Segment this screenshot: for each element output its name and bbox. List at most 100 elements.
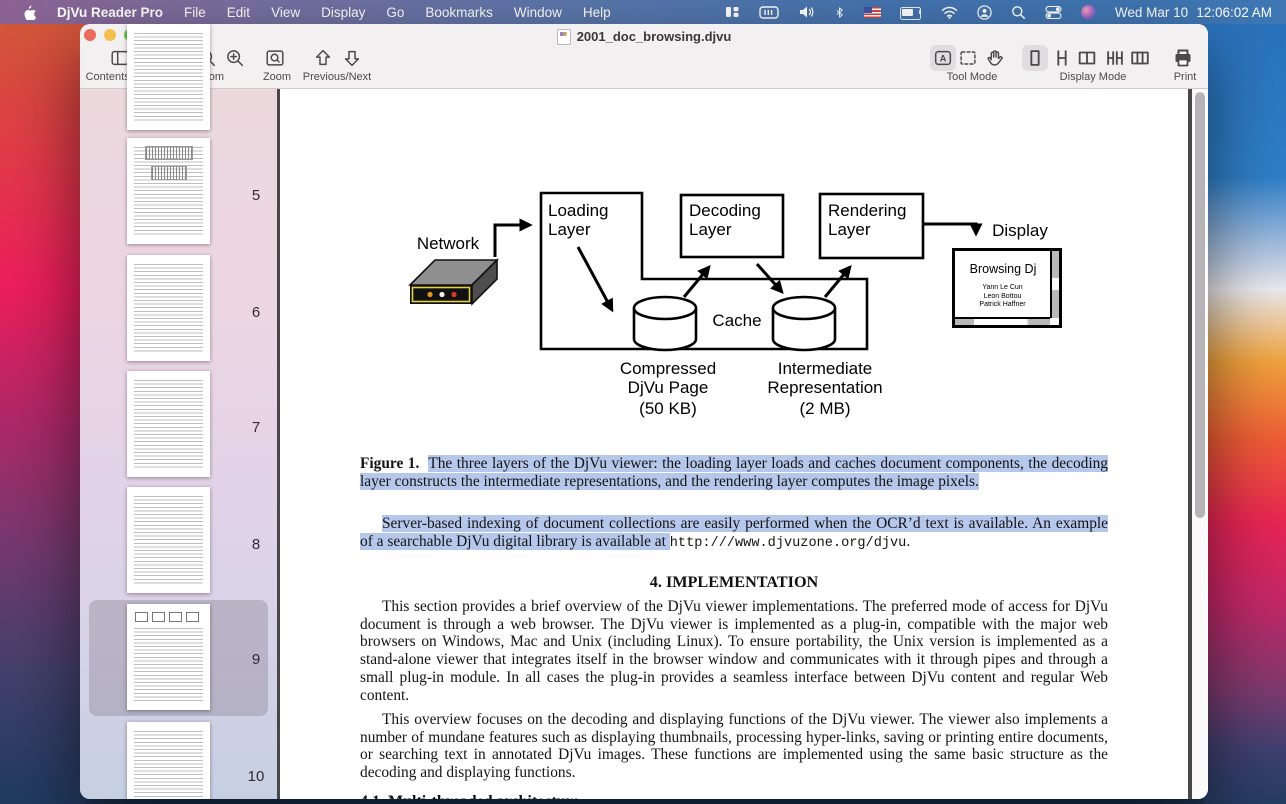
thumbnail-page-6[interactable]: [127, 255, 210, 361]
menu-item-display[interactable]: Display: [321, 5, 365, 20]
menu-item-view[interactable]: View: [271, 5, 300, 20]
zoom-selection-button[interactable]: [262, 45, 288, 71]
label-cache: Cache: [697, 312, 777, 331]
wifi-icon[interactable]: [941, 6, 958, 19]
window-tiling-icon[interactable]: [725, 5, 740, 19]
zoom-select-label: Zoom: [263, 71, 291, 83]
user-account-icon[interactable]: [977, 5, 992, 20]
previous-next-label: Previous/Next: [303, 71, 371, 83]
label-intermediate-size: (2 MB): [765, 400, 885, 419]
window-title: 2001_doc_browsing.djvu: [577, 29, 732, 44]
mockup-vertical-scrollbar: [1050, 251, 1059, 318]
label-decoding-layer: Decoding Layer: [689, 202, 761, 239]
display-facing-continuous-button[interactable]: [1102, 45, 1128, 71]
tool-mode-label: Tool Mode: [947, 71, 998, 83]
figure-caption-label: Figure 1.: [360, 455, 419, 472]
titlebar: 2001_doc_browsing.djvu: [80, 28, 1208, 45]
bluetooth-icon[interactable]: [834, 5, 845, 20]
desktop-wallpaper-right: [1204, 0, 1286, 804]
tool-hand-button[interactable]: [982, 45, 1008, 71]
thumbnail-page-4-partial[interactable]: [127, 24, 210, 130]
browser-window-mockup: Browsing Dj Yann Le Cun Leon Bottou Patr…: [952, 248, 1062, 328]
document-page: Network Loading Layer Decoding Layer Ren…: [280, 89, 1188, 799]
figure-caption: Figure 1. The three layers of the DjVu v…: [360, 455, 1108, 490]
display-continuous-button[interactable]: [1049, 45, 1075, 71]
thumbnail-page-8[interactable]: [127, 487, 210, 593]
hand-icon: [984, 47, 1006, 69]
tool-marquee-select-button[interactable]: [955, 45, 981, 71]
label-intermediate-representation: Intermediate Representation: [765, 360, 885, 397]
page-number-10: 10: [238, 768, 274, 785]
label-display: Display: [980, 222, 1060, 241]
label-rendering-layer: Rendering Layer: [828, 202, 906, 239]
label-network: Network: [398, 235, 498, 254]
display-facing-button[interactable]: [1074, 45, 1100, 71]
figure-caption-text-selected[interactable]: The three layers of the DjVu viewer: the…: [360, 455, 1108, 490]
menu-bar: DjVu Reader Pro File Edit View Display G…: [0, 0, 1286, 24]
apple-menu-icon[interactable]: [22, 4, 36, 20]
next-page-button[interactable]: [339, 45, 365, 71]
menubar-clock[interactable]: Wed Mar 10 12:06:02 AM: [1115, 5, 1272, 20]
indexing-period: .: [906, 533, 910, 550]
menu-item-go[interactable]: Go: [386, 5, 404, 20]
paragraph-overview: This section provides a brief overview o…: [360, 598, 1108, 704]
menu-app-name[interactable]: DjVu Reader Pro: [57, 5, 163, 20]
page-number-7: 7: [238, 419, 274, 436]
display-book-mode-button[interactable]: [1127, 45, 1153, 71]
thumbnail-page-10[interactable]: [127, 722, 210, 799]
zoom-in-button[interactable]: [222, 45, 248, 71]
clock-time: 12:06:02 AM: [1196, 5, 1272, 20]
print-icon: [1171, 46, 1195, 70]
mockup-horizontal-scrollbar: [955, 317, 1050, 325]
arrow-down-icon: [341, 47, 363, 69]
page-number-8: 8: [238, 536, 274, 553]
thumbnail-page-9[interactable]: [127, 604, 210, 710]
marquee-select-icon: [957, 47, 979, 69]
menu-item-file[interactable]: File: [184, 5, 206, 20]
arrow-up-icon: [312, 47, 334, 69]
control-center-icon[interactable]: [1045, 6, 1062, 19]
clock-date: Wed Mar 10: [1115, 5, 1188, 20]
arrow-network-to-loading: [495, 225, 530, 257]
previous-page-button[interactable]: [310, 45, 336, 71]
label-compressed-size: (50 KB): [608, 400, 728, 419]
text-select-icon: A: [932, 47, 954, 69]
label-compressed-page: Compressed DjVu Page: [608, 360, 728, 397]
facing-pages-icon: [1076, 47, 1098, 69]
continuous-page-icon: [1051, 47, 1073, 69]
cache-cylinder-intermediate: [773, 297, 835, 350]
single-page-icon: [1024, 47, 1046, 69]
menu-item-help[interactable]: Help: [583, 5, 611, 20]
zoom-in-icon: [224, 47, 246, 69]
input-source-flag-icon[interactable]: [864, 7, 881, 18]
arrow-loading-to-cache: [578, 247, 612, 310]
menu-item-window[interactable]: Window: [514, 5, 562, 20]
paragraph-focus: This overview focuses on the decoding an…: [360, 711, 1108, 782]
thumbnail-page-7[interactable]: [127, 371, 210, 477]
mockup-title: Browsing Dj: [957, 262, 1049, 276]
vertical-scrollbar-thumb[interactable]: [1195, 92, 1205, 518]
arrow-cache-to-decoding: [684, 267, 709, 297]
window-header: 2001_doc_browsing.djvu A: [80, 24, 1208, 89]
menu-item-edit[interactable]: Edit: [227, 5, 250, 20]
book-mode-icon: [1129, 47, 1151, 69]
search-icon[interactable]: [1011, 5, 1026, 20]
display-single-page-button[interactable]: [1022, 45, 1048, 71]
desktop-wallpaper-left: [0, 0, 86, 804]
svg-text:A: A: [940, 53, 947, 63]
tool-text-select-button[interactable]: A: [930, 45, 956, 71]
page-number-9: 9: [238, 651, 274, 668]
keyboard-brightness-icon[interactable]: [759, 6, 779, 19]
menu-item-bookmarks[interactable]: Bookmarks: [425, 5, 493, 20]
siri-icon[interactable]: [1081, 5, 1096, 20]
page-number-6: 6: [238, 304, 274, 321]
print-button[interactable]: [1170, 45, 1196, 71]
thumbnails-sidebar: 5 6 7 8 9 10: [80, 89, 277, 799]
vertical-scrollbar-track[interactable]: [1192, 89, 1208, 799]
battery-icon[interactable]: [900, 7, 922, 18]
indexing-url: http:///www.djvuzone.org/djvu: [670, 536, 907, 551]
thumbnail-page-5[interactable]: [127, 138, 210, 244]
document-proxy-icon[interactable]: [557, 29, 571, 45]
volume-icon[interactable]: [798, 5, 815, 19]
display-mode-label: Display Mode: [1060, 71, 1127, 83]
